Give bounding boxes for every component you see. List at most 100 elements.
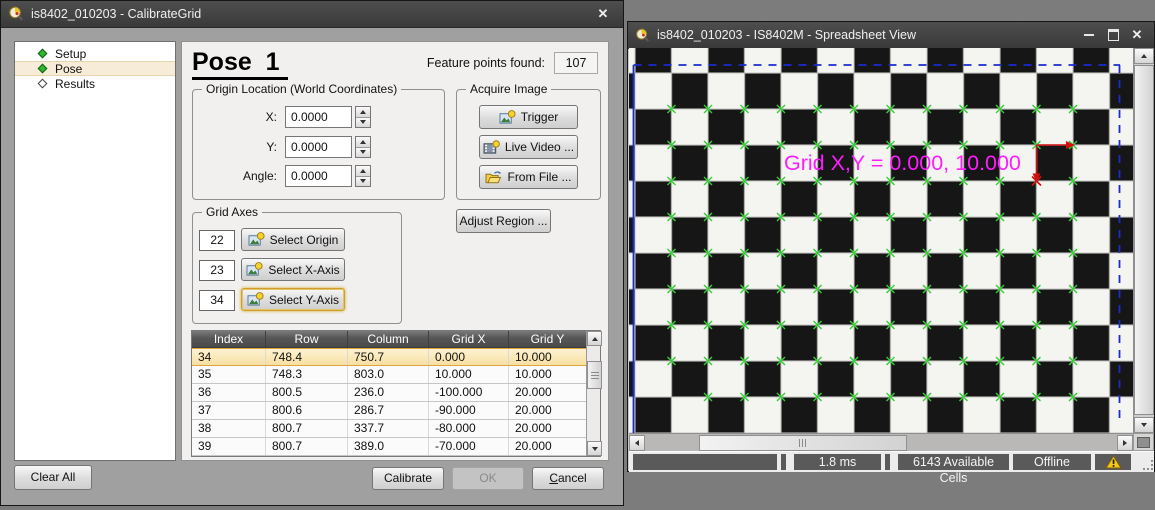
window-title: is8402_010203 - IS8402M - Spreadsheet Vi…: [657, 28, 916, 42]
status-available-cells: 6143 Available Cells: [898, 454, 1009, 470]
spinner-up-icon[interactable]: [356, 166, 370, 176]
scroll-down-icon[interactable]: [587, 441, 602, 456]
feature-points-label: Feature points found:: [427, 56, 545, 70]
y-field[interactable]: 0.0000: [285, 136, 352, 158]
select-point-icon: [246, 262, 263, 277]
status-divider: [885, 454, 890, 470]
calibration-grid-image[interactable]: Grid X,Y = 0.000, 10.000: [629, 48, 1133, 433]
x-spinner: [355, 106, 371, 128]
y-label: Y:: [199, 140, 277, 154]
y-spinner: [355, 136, 371, 158]
adjust-region-button[interactable]: Adjust Region ...: [456, 209, 551, 233]
resize-grip[interactable]: [1143, 460, 1153, 470]
spreadsheet-titlebar[interactable]: is8402_010203 - IS8402M - Spreadsheet Vi…: [628, 22, 1154, 49]
maximize-icon[interactable]: [1101, 26, 1125, 44]
cancel-button[interactable]: Cancel: [532, 467, 604, 490]
app-icon: [635, 28, 650, 43]
calibrate-button[interactable]: Calibrate: [372, 467, 444, 490]
scrollbar-thumb[interactable]: [587, 361, 602, 389]
warning-icon: [1105, 455, 1122, 469]
step-complete-icon: [38, 64, 48, 74]
col-header-grid-y[interactable]: Grid Y: [509, 331, 586, 347]
scroll-up-icon[interactable]: [587, 331, 602, 346]
page-title: Pose 1: [192, 48, 288, 80]
origin-location-group-title: Origin Location (World Coordinates): [202, 82, 401, 96]
feature-points-value: 107: [554, 52, 598, 74]
x-label: X:: [199, 110, 277, 124]
status-acquisition-time: 1.8 ms: [794, 454, 881, 470]
select-x-axis-button[interactable]: Select X-Axis: [241, 258, 345, 281]
step-complete-icon: [38, 49, 48, 59]
table-scrollbar[interactable]: [586, 331, 600, 456]
scrollbar-thumb[interactable]: [699, 435, 907, 451]
select-point-icon: [247, 292, 264, 307]
col-header-column[interactable]: Column: [348, 331, 429, 347]
grid-axes-group-title: Grid Axes: [202, 205, 262, 219]
scroll-up-icon[interactable]: [1134, 48, 1154, 64]
select-point-icon: [248, 232, 265, 247]
scrollbar-thumb[interactable]: [1134, 65, 1154, 415]
status-connection: Offline: [1013, 454, 1091, 470]
table-row[interactable]: 35 748.3 803.0 10.000 10.000: [192, 366, 586, 384]
minimize-icon[interactable]: [1077, 26, 1101, 44]
select-y-axis-button[interactable]: Select Y-Axis: [241, 288, 345, 311]
scroll-right-icon[interactable]: [1117, 435, 1133, 451]
table-row[interactable]: 36 800.5 236.0 -100.000 20.000: [192, 384, 586, 402]
trigger-button[interactable]: Trigger: [479, 105, 578, 129]
spinner-down-icon[interactable]: [356, 176, 370, 187]
app-icon: [8, 6, 24, 22]
close-icon[interactable]: ✕: [591, 5, 615, 23]
spinner-down-icon[interactable]: [356, 117, 370, 128]
live-video-icon: [483, 140, 500, 155]
scroll-down-icon[interactable]: [1134, 417, 1154, 433]
status-warning-segment[interactable]: [1095, 454, 1131, 470]
clear-all-button[interactable]: Clear All: [14, 465, 92, 490]
image-horizontal-scrollbar[interactable]: [629, 433, 1133, 451]
x-axis-index-field[interactable]: 23: [199, 260, 235, 281]
col-header-index[interactable]: Index: [192, 331, 266, 347]
status-segment-empty: [633, 454, 777, 470]
calibrategrid-dialog: is8402_010203 - CalibrateGrid ✕ Setup Po…: [0, 0, 624, 506]
angle-spinner: [355, 165, 371, 187]
select-origin-button[interactable]: Select Origin: [241, 228, 345, 251]
tree-item-setup[interactable]: Setup: [15, 46, 175, 61]
grid-xy-overlay-text: Grid X,Y = 0.000, 10.000: [784, 151, 1021, 175]
tree-item-pose[interactable]: Pose: [15, 61, 175, 76]
dialog-title: is8402_010203 - CalibrateGrid: [31, 7, 201, 21]
scrollbar-corner-button[interactable]: [1133, 433, 1154, 451]
tree-item-results[interactable]: Results: [15, 76, 175, 91]
table-row[interactable]: 39 800.7 389.0 -70.000 20.000: [192, 438, 586, 456]
calibrategrid-titlebar[interactable]: is8402_010203 - CalibrateGrid ✕: [1, 1, 623, 28]
spreadsheet-view-window: is8402_010203 - IS8402M - Spreadsheet Vi…: [627, 21, 1155, 472]
table-header-row: Index Row Column Grid X Grid Y: [192, 331, 586, 348]
table-row[interactable]: 37 800.6 286.7 -90.000 20.000: [192, 402, 586, 420]
trigger-icon: [499, 110, 516, 125]
image-vertical-scrollbar[interactable]: [1133, 48, 1154, 433]
spinner-up-icon[interactable]: [356, 137, 370, 147]
table-row[interactable]: 38 800.7 337.7 -80.000 20.000: [192, 420, 586, 438]
angle-field[interactable]: 0.0000: [285, 165, 352, 187]
col-header-grid-x[interactable]: Grid X: [429, 331, 509, 347]
table-row[interactable]: 34 748.4 750.7 0.000 10.000: [192, 348, 586, 366]
from-file-button[interactable]: From File ...: [479, 165, 578, 189]
grid-axes-group: Grid Axes 22 Select Origin 23 Select X-A…: [192, 212, 402, 324]
scroll-left-icon[interactable]: [629, 435, 645, 451]
step-pending-icon: [38, 79, 48, 89]
close-icon[interactable]: ✕: [1125, 26, 1149, 44]
origin-index-field[interactable]: 22: [199, 230, 235, 251]
origin-location-group: Origin Location (World Coordinates) X: 0…: [192, 89, 445, 200]
open-file-icon: [485, 170, 502, 185]
spinner-up-icon[interactable]: [356, 107, 370, 117]
live-video-button[interactable]: Live Video ...: [479, 135, 578, 159]
y-axis-index-field[interactable]: 34: [199, 290, 235, 311]
col-header-row[interactable]: Row: [266, 331, 348, 347]
spinner-down-icon[interactable]: [356, 147, 370, 158]
desktop: is8402_010203 - CalibrateGrid ✕ Setup Po…: [0, 0, 1155, 510]
ok-button: OK: [452, 467, 524, 490]
acquire-image-group-title: Acquire Image: [466, 82, 551, 96]
status-bar: 1.8 ms 6143 Available Cells Offline: [629, 451, 1154, 472]
x-field[interactable]: 0.0000: [285, 106, 352, 128]
pose-page: Pose 1 Feature points found: 107 Origin …: [181, 41, 609, 461]
angle-label: Angle:: [199, 169, 277, 183]
setup-tree: Setup Pose Results: [14, 41, 176, 461]
